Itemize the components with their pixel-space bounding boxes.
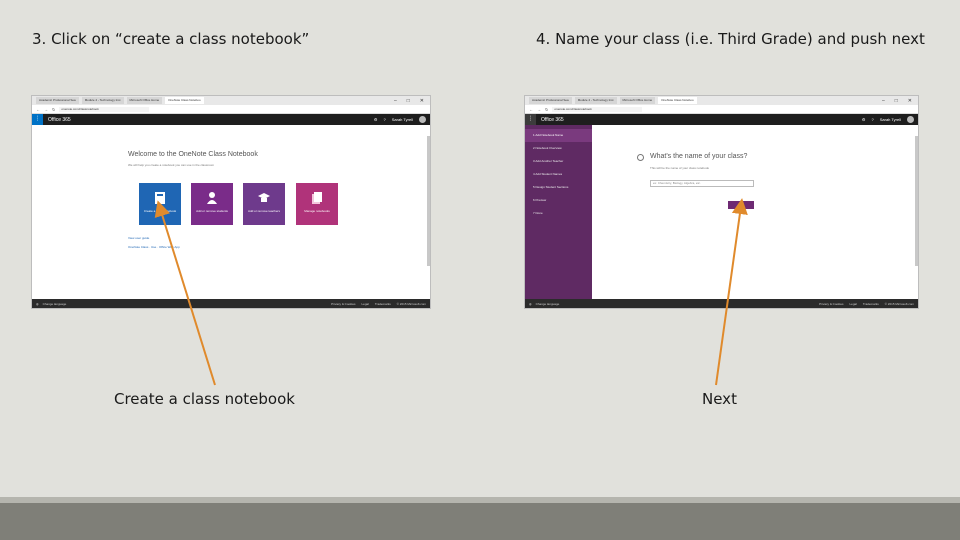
caption-create-notebook: Create a class notebook (114, 390, 295, 408)
office-header: ⋮ Office 365 ⚙ ? Sarah Tyrell (32, 114, 430, 125)
gear-icon[interactable]: ⚙ (862, 117, 866, 122)
tile-label: Create a class notebook (143, 209, 177, 213)
back-icon[interactable]: ← (529, 107, 533, 112)
question-title: What's the name of your class? (650, 153, 748, 160)
help-icon[interactable]: ? (871, 117, 873, 122)
tile-label: Manage notebooks (304, 209, 330, 213)
footer-link[interactable]: Legal (362, 302, 369, 306)
footer-link[interactable]: Privacy & Cookies (819, 302, 843, 306)
user-guide-link[interactable]: View user guide (128, 236, 149, 240)
create-class-notebook-tile[interactable]: Create a class notebook (139, 183, 181, 225)
add-remove-teachers-tile[interactable]: Add or remove teachers (243, 183, 285, 225)
screenshot-create-notebook: Academic Professional Sea Module 4 - Tec… (31, 95, 431, 309)
browser-tab[interactable]: Module 4 - Technology Inst (81, 97, 124, 104)
app-title: Office 365 (48, 116, 71, 123)
header-right: ⚙ ? Sarah Tyrell (862, 116, 918, 123)
browser-tab[interactable]: Academic Professional Sea (529, 97, 572, 104)
address-bar: ← → ↻ onenote.com/classnotebook (32, 105, 430, 114)
browser-tab[interactable]: Microsoft Office Home (619, 97, 656, 104)
footer-bar: ◍ Change language Privacy & Cookies Lega… (32, 299, 430, 308)
address-bar: ← → ↻ onenote.com/classnotebook (525, 105, 918, 114)
tile-label: Add or remove students (196, 209, 228, 213)
step-icon (637, 154, 644, 161)
forward-icon[interactable]: → (537, 107, 541, 112)
nav-item-done[interactable]: 7 Done (525, 207, 592, 220)
avatar[interactable] (907, 116, 914, 123)
nav-item-notebook-name[interactable]: 1 Add Notebook Name (525, 129, 592, 142)
office-header: ⋮ Office 365 ⚙ ? Sarah Tyrell (525, 114, 918, 125)
slide: 3. Click on “create a class notebook” 4.… (0, 0, 960, 540)
question-subtitle: This will be the name of your class note… (650, 166, 710, 170)
help-icon[interactable]: ? (383, 117, 385, 122)
window-controls: – □ ✕ (882, 98, 918, 104)
student-icon (207, 192, 217, 204)
step4-title: 4. Name your class (i.e. Third Grade) an… (536, 30, 925, 48)
close-icon[interactable]: ✕ (420, 98, 424, 104)
footer-link[interactable]: Trademarks (375, 302, 391, 306)
refresh-icon[interactable]: ↻ (545, 107, 548, 112)
nav-item-design-sections[interactable]: 5 Design Student Sections (525, 181, 592, 194)
footer-link[interactable]: Legal (850, 302, 857, 306)
nav-item-preview[interactable]: 6 Preview (525, 194, 592, 207)
footer-link[interactable]: Privacy & Cookies (331, 302, 355, 306)
slide-footer (0, 497, 960, 540)
avatar[interactable] (419, 116, 426, 123)
gear-icon[interactable]: ⚙ (374, 117, 378, 122)
caption-next: Next (702, 390, 737, 408)
copyright: © 2015 Microsoft.com (396, 301, 426, 306)
notebook-icon (155, 192, 165, 204)
browser-tab-active[interactable]: OneNote Class Noteboo (165, 97, 204, 104)
welcome-subtitle: We will help you create a notebook you c… (128, 163, 215, 167)
step3-title: 3. Click on “create a class notebook” (32, 30, 310, 48)
close-icon[interactable]: ✕ (908, 98, 912, 104)
user-name[interactable]: Sarah Tyrell (880, 117, 901, 122)
browser-tab[interactable]: Module 4 - Technology Inst (574, 97, 617, 104)
class-name-input[interactable]: ex: Chemistry, Biology, Algebra, etc. (650, 180, 754, 187)
url-field[interactable]: onenote.com/classnotebook (59, 106, 150, 112)
copyright: © 2015 Microsoft.com (884, 301, 914, 306)
next-button[interactable]: Next (728, 201, 754, 209)
minimize-icon[interactable]: – (882, 98, 885, 104)
scrollbar[interactable] (915, 136, 918, 266)
maximize-icon[interactable]: □ (895, 98, 898, 104)
user-name[interactable]: Sarah Tyrell (392, 117, 413, 122)
globe-icon: ◍ (529, 301, 532, 306)
refresh-icon[interactable]: ↻ (52, 107, 55, 112)
nav-item-overview[interactable]: 2 Notebook Overview (525, 142, 592, 155)
browser-tabbar: Academic Professional Sea Module 4 - Tec… (32, 96, 430, 105)
app-launcher-icon[interactable]: ⋮ (525, 114, 536, 125)
window-controls: – □ ✕ (394, 98, 430, 104)
change-language-link[interactable]: Change language (43, 302, 67, 306)
add-remove-students-tile[interactable]: Add or remove students (191, 183, 233, 225)
footer-bar: ◍ Change language Privacy & Cookies Lega… (525, 299, 918, 308)
change-language-link[interactable]: Change language (536, 302, 560, 306)
graduation-cap-icon (258, 193, 270, 202)
nav-item-add-teacher[interactable]: 3 Add Another Teacher (525, 155, 592, 168)
manage-notebooks-tile[interactable]: Manage notebooks (296, 183, 338, 225)
maximize-icon[interactable]: □ (407, 98, 410, 104)
back-icon[interactable]: ← (36, 107, 40, 112)
browser-tab-active[interactable]: OneNote Class Noteboo (658, 97, 697, 104)
footer-link[interactable]: Trademarks (863, 302, 879, 306)
browser-tab[interactable]: Microsoft Office Home (126, 97, 163, 104)
forward-icon[interactable]: → (44, 107, 48, 112)
app-launcher-icon[interactable]: ⋮ (32, 114, 43, 125)
slide-footer-line (0, 497, 960, 503)
minimize-icon[interactable]: – (394, 98, 397, 104)
screenshot-name-class: Academic Professional Sea Module 4 - Tec… (524, 95, 919, 309)
tile-label: Add or remove teachers (247, 209, 280, 213)
app-title: Office 365 (541, 116, 564, 123)
browser-tab[interactable]: Academic Professional Sea (36, 97, 79, 104)
globe-icon: ◍ (36, 301, 39, 306)
notebooks-icon (312, 192, 322, 204)
wizard-nav: 1 Add Notebook Name 2 Notebook Overview … (525, 125, 592, 299)
url-field[interactable]: onenote.com/classnotebook (552, 106, 643, 112)
browser-tabbar: Academic Professional Sea Module 4 - Tec… (525, 96, 918, 105)
nav-item-add-students[interactable]: 4 Add Student Names (525, 168, 592, 181)
office-web-app-link[interactable]: OneNote Class · Use · Office Web App (128, 245, 180, 249)
scrollbar[interactable] (427, 136, 430, 266)
welcome-title: Welcome to the OneNote Class Notebook (128, 151, 258, 158)
header-right: ⚙ ? Sarah Tyrell (374, 116, 430, 123)
